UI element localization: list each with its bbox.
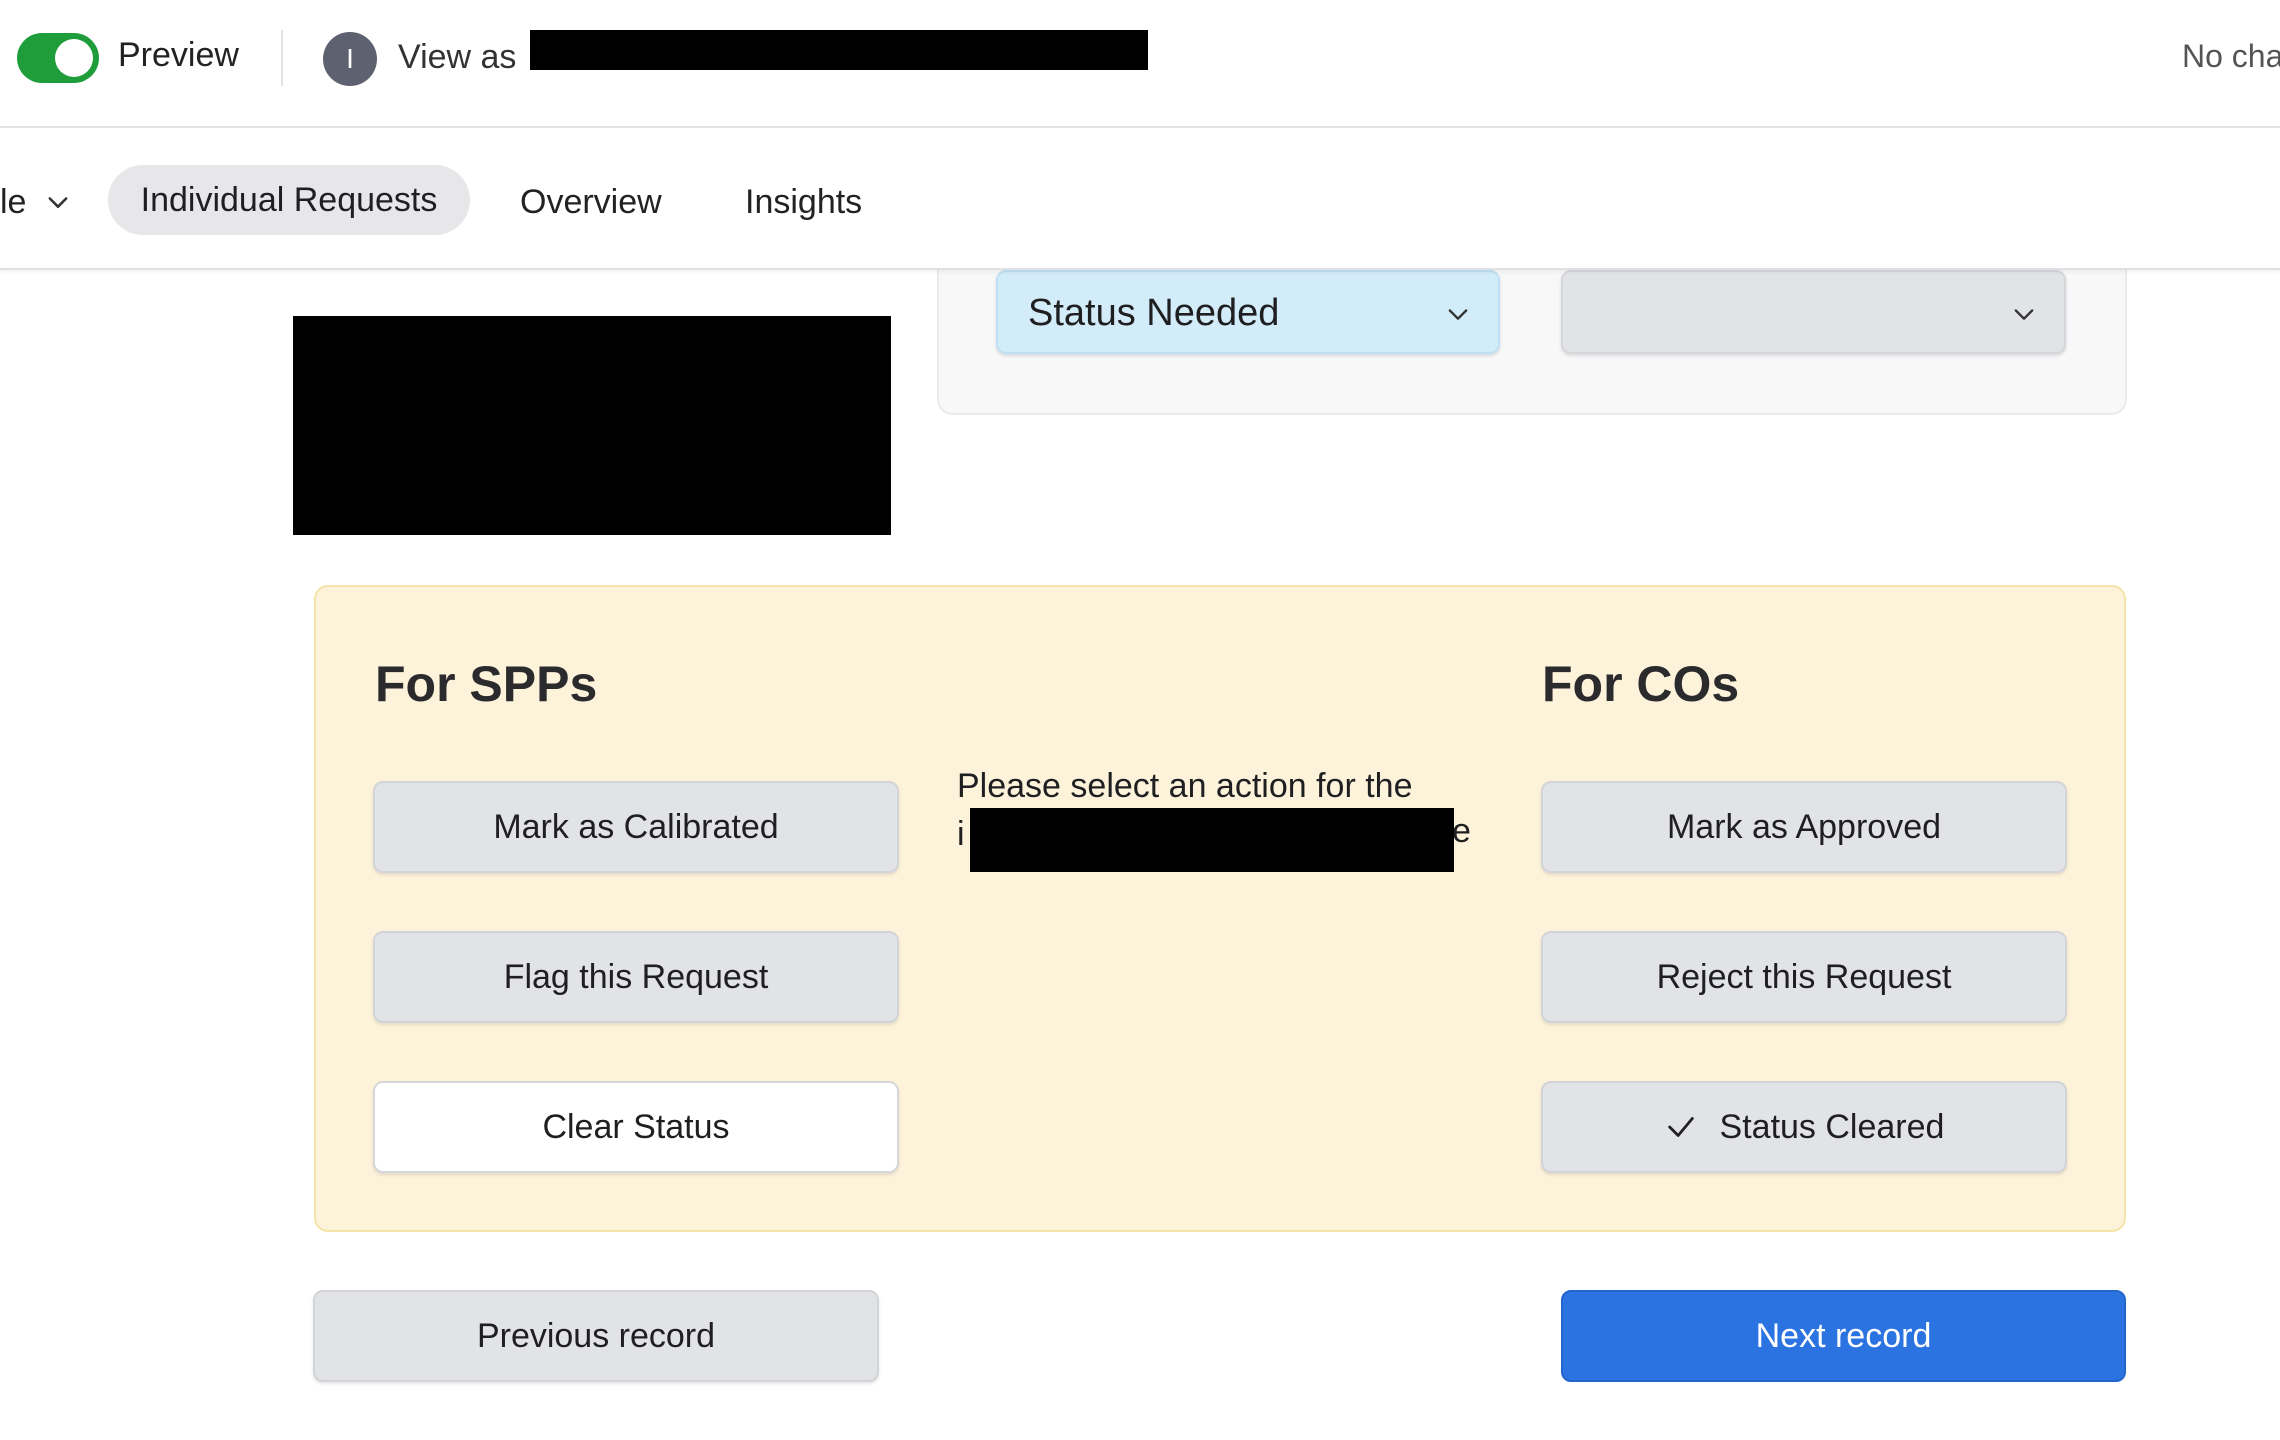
redacted-user-name [530,30,1148,70]
action-prompt-line2-end: e [1452,812,1471,850]
button-label: Mark as Calibrated [493,807,779,846]
secondary-dropdown[interactable] [1561,270,2066,354]
button-label: Previous record [476,1316,716,1355]
redacted-request-name [970,808,1454,872]
page-nav: le Individual Requests Overview Insights [0,130,2280,270]
tab-overview[interactable]: Overview [520,183,662,222]
spp-section-title: For SPPs [375,656,598,712]
check-icon [1667,1117,1694,1137]
action-prompt-line1: Please select an action for the [957,767,1413,805]
chevron-down-icon[interactable] [44,188,72,216]
preview-label: Preview [118,36,239,74]
save-status-text: No cha [2182,38,2280,74]
co-section-title: For COs [1542,656,1740,712]
chevron-down-icon [2014,309,2034,320]
status-dropdown[interactable]: Status Needed [996,270,1500,354]
toggle-knob [55,39,93,77]
view-as-label[interactable]: View as [398,38,516,77]
nav-dropdown-label[interactable]: le [0,183,26,222]
button-label: Clear Status [542,1107,730,1146]
mark-as-calibrated-button[interactable]: Mark as Calibrated [373,781,899,873]
clear-status-button[interactable]: Clear Status [373,1081,899,1173]
button-label: Flag this Request [503,957,769,996]
mark-as-approved-button[interactable]: Mark as Approved [1541,781,2067,873]
tab-individual-requests[interactable]: Individual Requests [108,165,470,235]
chevron-down-icon [1448,309,1468,320]
button-label: Reject this Request [1656,957,1952,996]
reject-request-button[interactable]: Reject this Request [1541,931,2067,1023]
status-cleared-button[interactable]: Status Cleared [1541,1081,2067,1173]
divider [281,30,283,86]
next-record-button[interactable]: Next record [1561,1290,2126,1382]
button-label: Mark as Approved [1666,807,1942,846]
top-bar: Preview I View as No cha [0,0,2280,128]
avatar[interactable]: I [323,32,377,86]
tab-insights[interactable]: Insights [745,183,862,222]
previous-record-button[interactable]: Previous record [313,1290,879,1382]
flag-request-button[interactable]: Flag this Request [373,931,899,1023]
avatar-initial: I [346,43,354,74]
preview-toggle[interactable] [17,33,99,83]
button-label: Next record [1755,1316,1932,1355]
action-prompt-line2: i [957,815,965,853]
tab-label: Individual Requests [140,180,438,219]
button-label: Status Cleared [1719,1107,1945,1146]
status-dropdown-value: Status Needed [1028,292,1280,334]
redacted-record-details [293,316,891,535]
